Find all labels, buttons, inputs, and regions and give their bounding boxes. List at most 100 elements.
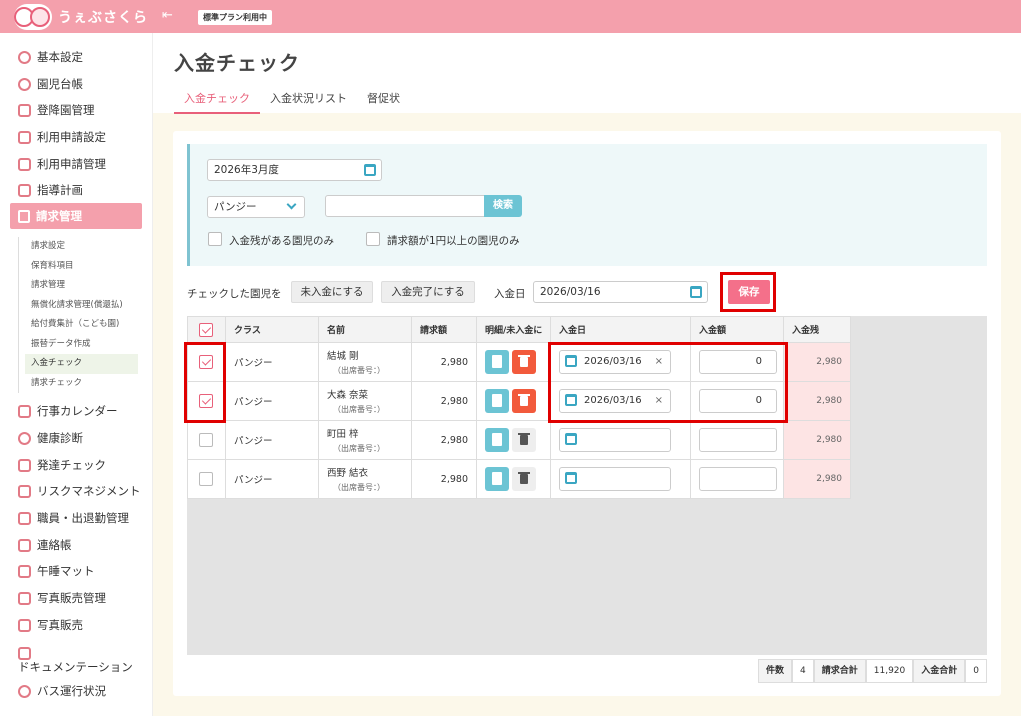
col-amount: 請求額 bbox=[411, 316, 477, 343]
save-button[interactable]: 保存 bbox=[728, 280, 770, 304]
table-row: パンジー 町田 梓 （出席番号：） 2,980 2,980 bbox=[187, 420, 851, 460]
sidebar-item-application-management[interactable]: 利用申請管理 bbox=[18, 154, 106, 174]
sidebar-item-child-register[interactable]: 園児台帳 bbox=[18, 74, 83, 94]
subnav-transfer-data[interactable]: 振替データ作成 bbox=[19, 335, 138, 355]
totals-bar: 件数 4 請求合計 11,920 入金合計 0 bbox=[757, 659, 987, 683]
payment-date-input[interactable]: 2026/03/16 bbox=[533, 281, 708, 303]
child-name: 結城 剛 bbox=[327, 351, 359, 362]
row-name-cell: 西野 結衣 （出席番号：） bbox=[318, 459, 412, 499]
row-actions bbox=[476, 381, 551, 421]
row-date-cell bbox=[550, 459, 691, 499]
search-input[interactable] bbox=[325, 195, 485, 217]
sidebar-item-staff[interactable]: 職員・出退勤管理 bbox=[18, 508, 129, 528]
subnav-fee-items[interactable]: 保育料項目 bbox=[19, 257, 138, 277]
row-class: パンジー bbox=[225, 459, 319, 499]
app-name: うぇぶさくら bbox=[58, 10, 148, 26]
col-detail: 明細/未入金に bbox=[476, 316, 551, 343]
location-icon bbox=[18, 684, 31, 698]
row-class: パンジー bbox=[225, 381, 319, 421]
sidebar-item-documentation[interactable]: ドキュメンテーション bbox=[18, 659, 133, 675]
sidebar-item-attendance[interactable]: 登降園管理 bbox=[18, 100, 95, 120]
balance-only-checkbox[interactable] bbox=[208, 232, 222, 246]
tab-payment-check[interactable]: 入金チェック bbox=[174, 88, 260, 114]
subnav-billing-management[interactable]: 請求管理 bbox=[19, 276, 138, 296]
sidebar-item-application-settings[interactable]: 利用申請設定 bbox=[18, 127, 106, 147]
tab-payment-status[interactable]: 入金状況リスト bbox=[260, 88, 357, 114]
paid-amount-input[interactable] bbox=[699, 428, 777, 452]
paid-amount-input[interactable] bbox=[699, 467, 777, 491]
month-picker[interactable]: 2026年3月度 bbox=[207, 159, 382, 181]
sidebar-item-health[interactable]: 健康診断 bbox=[18, 428, 83, 448]
calendar-icon bbox=[18, 404, 31, 418]
sidebar-item-billing[interactable]: 請求管理 bbox=[10, 203, 142, 229]
mark-paid-button[interactable]: 入金完了にする bbox=[381, 281, 475, 303]
row-select-cell bbox=[187, 459, 226, 499]
mat-icon bbox=[18, 564, 31, 578]
sidebar-item-basic-settings[interactable]: 基本設定 bbox=[18, 47, 83, 67]
sidebar-item-photo-sales[interactable]: 写真販売 bbox=[18, 615, 83, 635]
table-header-row: クラス 名前 請求額 明細/未入金に 入金日 入金額 入金残 bbox=[187, 316, 851, 343]
mark-unpaid-button[interactable]: 未入金にする bbox=[291, 281, 373, 303]
invoice-icon bbox=[18, 209, 30, 223]
row-class: パンジー bbox=[225, 420, 319, 460]
detail-doc-icon[interactable] bbox=[485, 467, 509, 491]
subnav-billing-settings[interactable]: 請求設定 bbox=[19, 237, 138, 257]
row-class: パンジー bbox=[225, 342, 319, 382]
trash-icon[interactable] bbox=[512, 467, 536, 491]
bulk-action-label: チェックした園児を bbox=[187, 288, 282, 300]
subnav-benefit-summary[interactable]: 給付費集計（こども園) bbox=[19, 315, 138, 335]
trash-icon[interactable] bbox=[512, 350, 536, 374]
detail-doc-icon[interactable] bbox=[485, 428, 509, 452]
class-select[interactable]: パンジー bbox=[207, 196, 305, 218]
briefcase-icon bbox=[18, 511, 31, 525]
calendar-icon bbox=[565, 472, 577, 484]
subnav-payment-check[interactable]: 入金チェック bbox=[25, 354, 138, 374]
calendar-icon bbox=[565, 433, 577, 445]
sidebar-item-bus[interactable]: バス運行状況 bbox=[18, 681, 106, 701]
billed-only-checkbox[interactable] bbox=[366, 232, 380, 246]
sidebar-item-teaching-plan[interactable]: 指導計画 bbox=[18, 180, 83, 200]
subnav-free-billing[interactable]: 無償化請求管理(償還払) bbox=[19, 296, 138, 316]
trash-icon[interactable] bbox=[512, 428, 536, 452]
trash-icon[interactable] bbox=[512, 389, 536, 413]
row-actions bbox=[476, 420, 551, 460]
detail-doc-icon[interactable] bbox=[485, 389, 509, 413]
menu-collapse-icon[interactable]: ⇤ bbox=[162, 9, 178, 23]
sidebar: 基本設定 園児台帳 登降園管理 利用申請設定 利用申請管理 指導計画 請求管理 … bbox=[0, 33, 153, 716]
col-class: クラス bbox=[225, 316, 319, 343]
sidebar-item-risk[interactable]: リスクマネジメント bbox=[18, 481, 141, 501]
calendar-icon bbox=[18, 130, 31, 144]
calendar-icon bbox=[18, 157, 31, 171]
payment-date-field[interactable] bbox=[559, 467, 671, 491]
row-balance: 2,980 bbox=[783, 420, 851, 460]
row-checkbox[interactable] bbox=[199, 433, 213, 447]
subnav-billing-check[interactable]: 請求チェック bbox=[19, 374, 138, 394]
row-amount: 2,980 bbox=[411, 420, 477, 460]
building-icon bbox=[18, 103, 31, 117]
app-logo[interactable]: うぇぶさくら bbox=[14, 4, 152, 30]
payment-date-field[interactable] bbox=[559, 428, 671, 452]
sidebar-item-notebook[interactable]: 連絡帳 bbox=[18, 535, 72, 555]
logo-icon bbox=[14, 4, 52, 30]
calendar-icon bbox=[364, 164, 376, 176]
count-label: 件数 bbox=[757, 659, 792, 683]
row-checkbox[interactable] bbox=[199, 472, 213, 486]
billed-only-label: 請求額が1円以上の園児のみ bbox=[387, 235, 520, 247]
select-all-checkbox[interactable] bbox=[199, 322, 213, 337]
billed-total-value: 11,920 bbox=[865, 659, 914, 683]
sidebar-item-events[interactable]: 行事カレンダー bbox=[18, 401, 118, 421]
row-paid-cell bbox=[690, 459, 784, 499]
sidebar-item-development[interactable]: 発達チェック bbox=[18, 455, 106, 475]
tab-reminder[interactable]: 督促状 bbox=[357, 88, 410, 114]
row-name-cell: 町田 梓 （出席番号：） bbox=[318, 420, 412, 460]
search-button[interactable]: 検索 bbox=[484, 195, 522, 217]
paid-total-label: 入金合計 bbox=[913, 659, 966, 683]
sidebar-item-photo-admin[interactable]: 写真販売管理 bbox=[18, 588, 106, 608]
select-all-cell bbox=[187, 316, 226, 343]
sidebar-item-nap[interactable]: 午睡マット bbox=[18, 561, 95, 581]
row-name-cell: 結城 剛 （出席番号：） bbox=[318, 342, 412, 382]
stethoscope-icon bbox=[18, 431, 31, 445]
detail-doc-icon[interactable] bbox=[485, 350, 509, 374]
col-payment-date: 入金日 bbox=[550, 316, 691, 343]
row-paid-cell bbox=[690, 420, 784, 460]
